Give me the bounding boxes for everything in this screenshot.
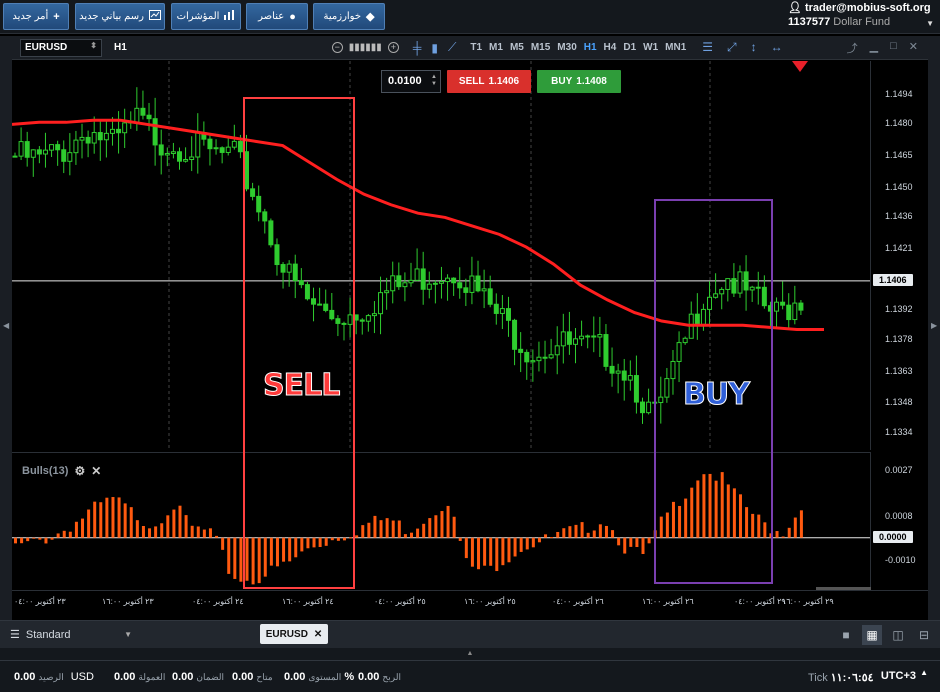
balance-value: 0.00: [14, 671, 36, 683]
layout-single-icon[interactable]: ■: [836, 625, 856, 645]
status-commission: 0.00 العمولة: [114, 671, 165, 683]
annotation-boxes: [243, 61, 808, 589]
menu-icon: ☰: [10, 629, 20, 641]
panel-toggle[interactable]: ▲: [0, 648, 940, 660]
tab-close-icon[interactable]: ✕: [314, 629, 322, 640]
status-margin: 0.00 الضمان: [172, 671, 224, 683]
layout-columns-icon[interactable]: ◫: [888, 625, 908, 645]
layout-select[interactable]: ☰ Standard ▼: [0, 621, 250, 648]
status-balance: 0.00 الرصيد USD: [14, 671, 94, 683]
balance-currency: USD: [70, 671, 94, 683]
level-unit: %: [344, 671, 355, 683]
layout-value: Standard: [25, 628, 71, 641]
free-value: 0.00: [232, 671, 254, 683]
timezone-value: UTC+3: [880, 670, 916, 682]
buy-zone-box: [654, 199, 773, 584]
level-label: المستوى: [308, 672, 342, 682]
layout-icons: ■ ▦ ◫ ⊟: [836, 625, 934, 645]
time-tick-2: ٢٤ أكتوبر ٠٤:٠٠: [192, 597, 244, 606]
tab-label: EURUSD: [265, 628, 308, 640]
time-tick-6: ٢٦ أكتوبر ٠٤:٠٠: [552, 597, 604, 606]
status-profit: 0.00 الربح: [358, 671, 401, 683]
chevron-down-icon: ▼: [124, 630, 132, 639]
time-tick-0: ٢٣ أكتوبر ٠٤:٠٠: [14, 597, 66, 606]
time-tick-3: ٢٤ أكتوبر ١٦:٠٠: [282, 597, 334, 606]
profit-label: الربح: [382, 672, 401, 682]
tick-time: ١١:٠٦:٥٤: [830, 672, 874, 684]
layout-rows-icon[interactable]: ⊟: [914, 625, 934, 645]
current-bar-marker: [792, 61, 808, 72]
layout-grid-icon[interactable]: ▦: [862, 625, 882, 645]
caret-up-icon[interactable]: ▲: [467, 650, 474, 657]
tick-label: Tick: [808, 672, 828, 684]
time-tick-9: ٢٩ أكتوبر ١٦:٠٠: [782, 597, 834, 606]
margin-label: الضمان: [196, 672, 225, 682]
profit-value: 0.00: [358, 671, 380, 683]
time-tick-5: ٢٥ أكتوبر ١٦:٠٠: [464, 597, 516, 606]
time-tick-7: ٢٦ أكتوبر ١٦:٠٠: [642, 597, 694, 606]
commission-value: 0.00: [114, 671, 136, 683]
status-level: 0.00 المستوى %: [284, 671, 354, 683]
status-free: 0.00 متاح: [232, 671, 273, 683]
time-tick-8: ٢٩ أكتوبر ٠٤:٠٠: [734, 597, 786, 606]
time-tick-4: ٢٥ أكتوبر ٠٤:٠٠: [374, 597, 426, 606]
status-bar: 0.00 الرصيد USD 0.00 العمولة 0.00 الضمان…: [0, 660, 940, 692]
status-tick: Tick ١١:٠٦:٥٤: [808, 671, 874, 684]
time-axis[interactable]: ٢٣ أكتوبر ٠٤:٠٠ ٢٣ أكتوبر ١٦:٠٠ ٢٤ أكتوبر …: [12, 590, 928, 618]
time-tick-1: ٢٣ أكتوبر ١٦:٠٠: [102, 597, 154, 606]
balance-label: الرصيد: [38, 672, 64, 682]
chart-scrollbar[interactable]: [816, 587, 871, 590]
commission-label: العمولة: [138, 672, 166, 682]
timezone-caret-icon: ▲: [920, 668, 928, 677]
chart-tabs-bar: ☰ Standard ▼ EURUSD ✕ ■ ▦ ◫ ⊟: [0, 620, 940, 648]
free-label: متاح: [256, 672, 273, 682]
level-value: 0.00: [284, 671, 306, 683]
tab-eurusd[interactable]: EURUSD ✕: [260, 624, 328, 644]
margin-value: 0.00: [172, 671, 194, 683]
timezone-select[interactable]: UTC+3 ▲: [880, 668, 928, 682]
sell-zone-box: [243, 97, 355, 589]
